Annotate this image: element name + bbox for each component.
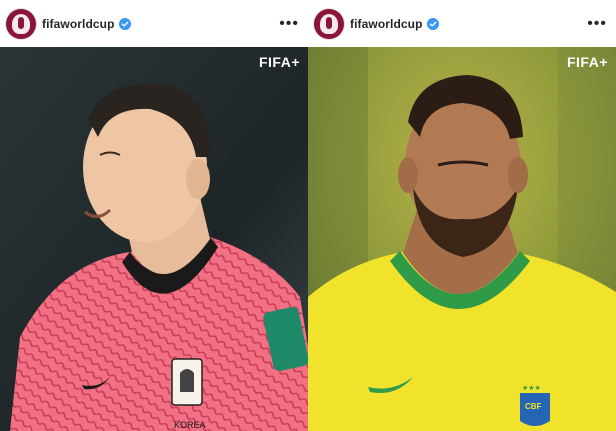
jersey-text: CBF bbox=[525, 402, 542, 411]
svg-text:★★★: ★★★ bbox=[522, 384, 541, 392]
post-brazil[interactable]: fifaworldcup ••• CBF ★★★ FIFA+ bbox=[308, 0, 616, 431]
fifa-plus-logo: FIFA+ bbox=[258, 54, 300, 70]
post-image[interactable]: KOREA FIFA+ bbox=[0, 47, 308, 431]
fifa-plus-logo: FIFA+ bbox=[566, 54, 608, 70]
more-options-icon[interactable]: ••• bbox=[279, 15, 299, 32]
verified-icon bbox=[426, 17, 439, 30]
post-korea[interactable]: fifaworldcup ••• KOREA FIFA+ bbox=[0, 0, 308, 431]
username[interactable]: fifaworldcup bbox=[350, 17, 423, 31]
post-header: fifaworldcup ••• bbox=[308, 0, 616, 47]
jersey-text: KOREA bbox=[174, 420, 206, 430]
avatar[interactable] bbox=[314, 8, 344, 39]
avatar[interactable] bbox=[6, 8, 36, 39]
verified-icon bbox=[118, 17, 131, 30]
more-options-icon[interactable]: ••• bbox=[587, 15, 607, 32]
post-header: fifaworldcup ••• bbox=[0, 0, 308, 47]
username[interactable]: fifaworldcup bbox=[42, 17, 115, 31]
feed-grid: fifaworldcup ••• KOREA FIFA+ fifaworldcu… bbox=[0, 0, 616, 431]
post-image[interactable]: CBF ★★★ FIFA+ bbox=[308, 47, 616, 431]
